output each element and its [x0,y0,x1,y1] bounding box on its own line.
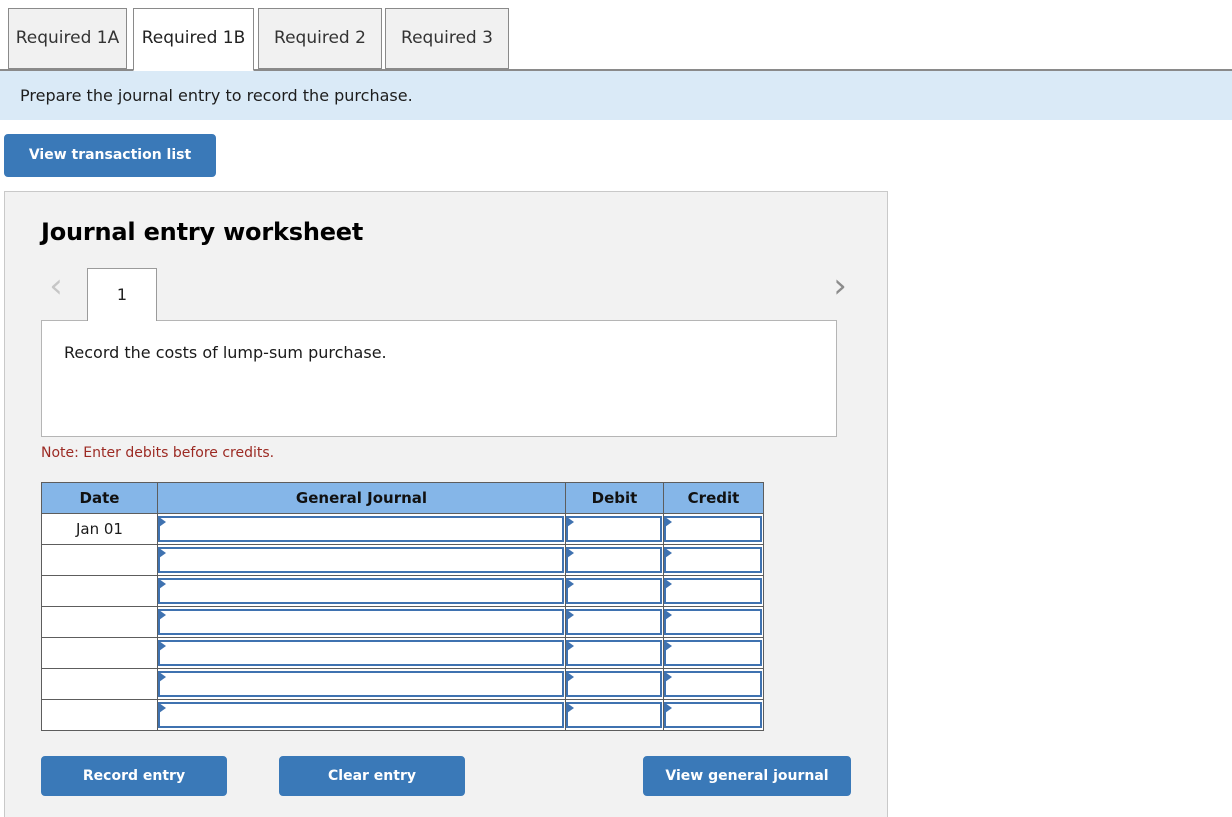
cell-credit [663,699,764,731]
general-journal-input[interactable] [158,547,564,573]
tab-required-3[interactable]: Required 3 [385,8,509,69]
cell-credit [663,513,764,545]
debit-input[interactable] [566,578,662,604]
cell-general-journal [157,637,566,669]
page-title: Journal entry worksheet [41,218,364,246]
table-row [41,544,764,576]
column-header-general-journal: General Journal [157,482,566,514]
cell-debit [565,668,664,700]
cell-general-journal [157,606,566,638]
cell-date: Jan 01 [41,513,158,545]
credit-input[interactable] [664,640,762,666]
view-general-journal-button[interactable]: View general journal [643,756,851,796]
journal-entry-table-body: Jan 01 [41,513,764,731]
table-header-row: Date General Journal Debit Credit [41,482,764,514]
debit-input[interactable] [566,609,662,635]
column-header-debit: Debit [565,482,664,514]
table-row [41,668,764,700]
cell-debit [565,544,664,576]
cell-credit [663,575,764,607]
debit-input[interactable] [566,640,662,666]
debit-input[interactable] [566,702,662,728]
cell-credit [663,668,764,700]
general-journal-input[interactable] [158,671,564,697]
debit-input[interactable] [566,516,662,542]
cell-debit [565,699,664,731]
cell-debit [565,575,664,607]
cell-date [41,575,158,607]
tab-required-2[interactable]: Required 2 [258,8,382,69]
credit-input[interactable] [664,671,762,697]
credit-input[interactable] [664,702,762,728]
cell-general-journal [157,575,566,607]
credit-input[interactable] [664,578,762,604]
general-journal-input[interactable] [158,516,564,542]
table-row [41,637,764,669]
chevron-left-icon[interactable]: ‹ [41,264,71,308]
worksheet-page-tab-1[interactable]: 1 [87,268,157,321]
cell-credit [663,544,764,576]
chevron-right-icon[interactable]: › [825,264,855,308]
general-journal-input[interactable] [158,640,564,666]
journal-entry-worksheet-panel: Journal entry worksheet ‹ 1 › Record the… [4,191,888,817]
column-header-credit: Credit [663,482,764,514]
cell-date [41,606,158,638]
journal-entry-page: Required 1A Required 1B Required 2 Requi… [0,0,1232,817]
table-row [41,699,764,731]
cell-general-journal [157,699,566,731]
general-journal-input[interactable] [158,609,564,635]
cell-credit [663,606,764,638]
cell-debit [565,606,664,638]
cell-debit [565,637,664,669]
table-row [41,575,764,607]
required-tabs: Required 1A Required 1B Required 2 Requi… [0,0,1232,71]
cell-general-journal [157,668,566,700]
cell-credit [663,637,764,669]
debit-input[interactable] [566,671,662,697]
tab-required-1b[interactable]: Required 1B [133,8,254,71]
cell-debit [565,513,664,545]
cell-general-journal [157,544,566,576]
credit-input[interactable] [664,547,762,573]
general-journal-input[interactable] [158,578,564,604]
instruction-banner: Prepare the journal entry to record the … [0,71,1232,120]
cell-general-journal [157,513,566,545]
clear-entry-button[interactable]: Clear entry [279,756,465,796]
cell-date [41,637,158,669]
column-header-date: Date [41,482,158,514]
credit-input[interactable] [664,609,762,635]
general-journal-input[interactable] [158,702,564,728]
debit-input[interactable] [566,547,662,573]
scenario-box: Record the costs of lump-sum purchase. [41,320,837,437]
debits-before-credits-note: Note: Enter debits before credits. [41,445,275,461]
cell-date [41,544,158,576]
credit-input[interactable] [664,516,762,542]
table-row [41,606,764,638]
view-transaction-list-button[interactable]: View transaction list [4,134,216,177]
scenario-text: Record the costs of lump-sum purchase. [64,343,387,362]
cell-date [41,668,158,700]
record-entry-button[interactable]: Record entry [41,756,227,796]
journal-entry-table: Date General Journal Debit Credit Jan 01 [41,482,764,731]
cell-date [41,699,158,731]
tab-required-1a[interactable]: Required 1A [8,8,127,69]
table-row: Jan 01 [41,513,764,545]
